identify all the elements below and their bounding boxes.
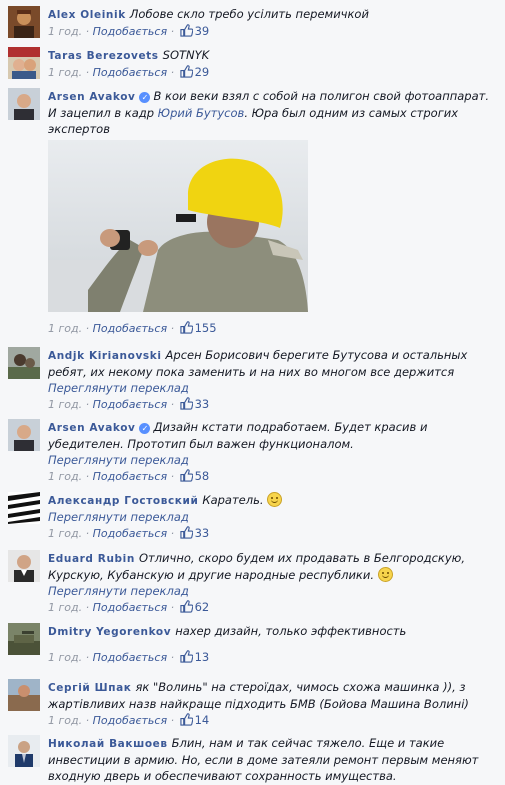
like-count[interactable]: 33 <box>195 526 210 540</box>
smiley-emoji-icon <box>377 567 393 582</box>
like-count[interactable]: 39 <box>195 24 210 38</box>
thumbs-up-icon <box>180 650 193 663</box>
comment-text: Dmitry Yegorenkov нахер дизайн, только эф… <box>48 624 407 638</box>
comment-author[interactable]: Andjk Kirianovski <box>48 350 162 362</box>
timestamp[interactable]: 1 год. <box>48 470 82 483</box>
timestamp[interactable]: 1 год. <box>48 601 82 614</box>
timestamp[interactable]: 1 год. <box>48 66 82 79</box>
mention-link[interactable]: Юрий Бутусов <box>158 106 245 120</box>
comment-text: Николай Вакшоев Блин, нам и так сейчас тя… <box>48 736 479 783</box>
smiley-emoji-icon <box>267 492 283 507</box>
like-button[interactable]: Подобається <box>93 527 167 540</box>
see-translation-link[interactable]: Переглянути переклад <box>48 380 500 396</box>
verified-badge-icon: ✓ <box>139 423 151 434</box>
avatar[interactable] <box>8 347 40 379</box>
like-count[interactable]: 14 <box>195 713 210 727</box>
like-count[interactable]: 155 <box>195 321 217 335</box>
comment-author[interactable]: Александр Гостовский <box>48 495 198 507</box>
thumbs-up-icon <box>180 713 193 726</box>
thumbs-up-icon <box>180 600 193 613</box>
timestamp[interactable]: 1 год. <box>48 651 82 664</box>
comment-text: Andjk Kirianovski Арсен Борисович берегит… <box>48 348 468 379</box>
comment-text: Eduard Rubin Отлично, скоро будем их прод… <box>48 551 466 582</box>
see-translation-link[interactable]: Переглянути переклад <box>48 583 500 599</box>
timestamp[interactable]: 1 год. <box>48 398 82 411</box>
comment-meta: 1 год. · Подобається · 39 <box>48 24 210 38</box>
like-button[interactable]: Подобається <box>93 322 167 335</box>
like-count[interactable]: 33 <box>195 397 210 411</box>
like-count[interactable]: 13 <box>195 650 210 664</box>
thumbs-up-icon <box>180 24 193 37</box>
comment-text: Arsen Avakov ✓ В кои веки взял с собой на … <box>48 89 490 136</box>
comment-meta: 1 год. · Подобається · 33 <box>48 526 210 540</box>
comment-author[interactable]: Eduard Rubin <box>48 553 135 565</box>
comment-photo[interactable] <box>48 140 308 312</box>
comment-meta: 1 год. · Подобається · 13 <box>48 650 210 664</box>
comment-text: Сергій Шпак як "Волинь" на стероїдах, чим… <box>48 680 469 711</box>
timestamp[interactable]: 1 год. <box>48 322 82 335</box>
verified-badge-icon: ✓ <box>139 92 151 103</box>
thumbs-up-icon <box>180 321 193 334</box>
avatar[interactable] <box>8 679 40 711</box>
like-button[interactable]: Подобається <box>93 470 167 483</box>
avatar[interactable] <box>8 550 40 582</box>
see-translation-link[interactable]: Переглянути переклад <box>48 452 500 468</box>
avatar[interactable] <box>8 492 40 524</box>
like-button[interactable]: Подобається <box>93 398 167 411</box>
like-button[interactable]: Подобається <box>93 651 167 664</box>
like-button[interactable]: Подобається <box>93 66 167 79</box>
comment-text: Taras Berezovets SOTNYK <box>48 48 210 62</box>
comment-author[interactable]: Alex Oleinik <box>48 9 126 21</box>
timestamp[interactable]: 1 год. <box>48 25 82 38</box>
comment: Arsen Avakov ✓ В кои веки взял с собой на … <box>8 88 500 338</box>
comment-meta: 1 год. · Подобається · 155 <box>48 321 217 335</box>
avatar[interactable] <box>8 6 40 38</box>
timestamp[interactable]: 1 год. <box>48 714 82 727</box>
see-translation-link[interactable]: Переглянути переклад <box>48 509 500 525</box>
like-button[interactable]: Подобається <box>93 714 167 727</box>
like-count[interactable]: 62 <box>195 600 210 614</box>
avatar[interactable] <box>8 735 40 767</box>
avatar[interactable] <box>8 419 40 451</box>
comment-text: Arsen Avakov ✓ Дизайн кстати подработаем. … <box>48 420 428 451</box>
comment-text: Александр Гостовский Каратель. <box>48 492 500 509</box>
thumbs-up-icon <box>180 469 193 482</box>
like-count[interactable]: 29 <box>195 65 210 79</box>
avatar[interactable] <box>8 88 40 120</box>
thumbs-up-icon <box>180 526 193 539</box>
comment-meta: 1 год. · Подобається · 58 <box>48 469 210 483</box>
like-count[interactable]: 58 <box>195 469 210 483</box>
avatar[interactable] <box>8 623 40 655</box>
comment-meta: 1 год. · Подобається · 29 <box>48 65 210 79</box>
comment-meta: 1 год. · Подобається · 62 <box>48 600 210 614</box>
comment-text: Alex Oleinik Лобове скло требо усілить пе… <box>48 7 369 21</box>
comment-author[interactable]: Taras Berezovets <box>48 50 159 62</box>
comment-author[interactable]: Arsen Avakov <box>48 91 135 103</box>
comment-meta: 1 год. · Подобається · 14 <box>48 713 210 727</box>
like-button[interactable]: Подобається <box>93 601 167 614</box>
comment-author[interactable]: Dmitry Yegorenkov <box>48 626 171 638</box>
comment-author[interactable]: Николай Вакшоев <box>48 738 168 750</box>
comment-author[interactable]: Сергій Шпак <box>48 682 131 694</box>
like-button[interactable]: Подобається <box>93 25 167 38</box>
comment-meta: 1 год. · Подобається · 33 <box>48 397 210 411</box>
thumbs-up-icon <box>180 65 193 78</box>
avatar[interactable] <box>8 47 40 79</box>
thumbs-up-icon <box>180 397 193 410</box>
timestamp[interactable]: 1 год. <box>48 527 82 540</box>
comment-author[interactable]: Arsen Avakov <box>48 422 135 434</box>
